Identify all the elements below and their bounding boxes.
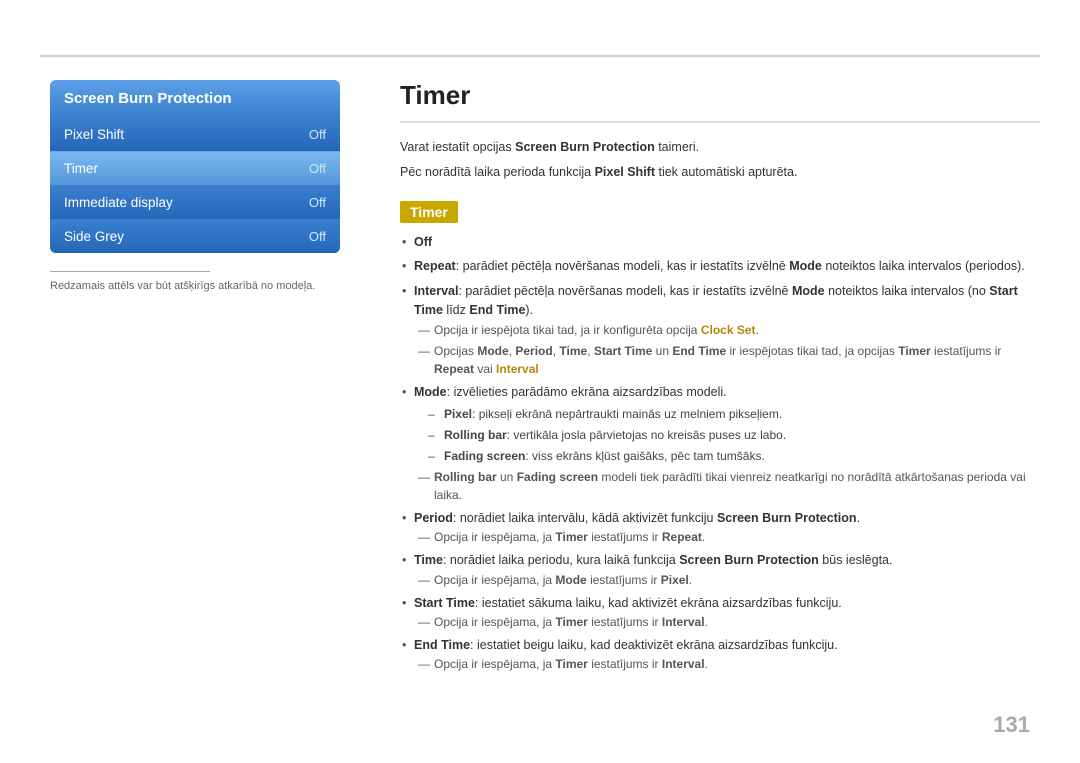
side-grey-label: Side Grey — [64, 229, 124, 244]
note-period: Opcija ir iespējama, ja Timer iestatījum… — [414, 528, 1040, 546]
section-title: Timer — [400, 201, 458, 223]
intro-line-2: Pēc norādītā laika perioda funkcija Pixe… — [400, 162, 1040, 182]
side-grey-value: Off — [309, 229, 326, 244]
bullet-start-time: Start Time: iestatiet sākuma laiku, kad … — [400, 594, 1040, 631]
sub-fading: Fading screen: viss ekrāns kļūst gaišāks… — [428, 447, 1040, 465]
bullet-repeat: Repeat: parādiet pēctēļa novēršanas mode… — [400, 257, 1040, 276]
immediate-display-label: Immediate display — [64, 195, 173, 210]
bullet-period: Period: norādiet laika intervālu, kādā a… — [400, 509, 1040, 546]
page-number: 131 — [993, 712, 1030, 738]
menu-item-immediate-display[interactable]: Immediate display Off — [50, 185, 340, 219]
bullet-time: Time: norādiet laika periodu, kura laikā… — [400, 551, 1040, 588]
note-end-time: Opcija ir iespējama, ja Timer iestatījum… — [414, 655, 1040, 673]
left-panel: Screen Burn Protection Pixel Shift Off T… — [50, 80, 340, 292]
intro-line-1: Varat iestatīt opcijas Screen Burn Prote… — [400, 137, 1040, 157]
menu-item-timer[interactable]: Timer Off — [50, 151, 340, 185]
note-time: Opcija ir iespējama, ja Mode iestatījums… — [414, 571, 1040, 589]
timer-label: Timer — [64, 161, 98, 176]
pixel-shift-value: Off — [309, 127, 326, 142]
menu-item-pixel-shift[interactable]: Pixel Shift Off — [50, 117, 340, 151]
menu-item-side-grey[interactable]: Side Grey Off — [50, 219, 340, 253]
page-title: Timer — [400, 80, 1040, 123]
timer-value: Off — [309, 161, 326, 176]
top-divider — [40, 55, 1040, 57]
note-mode-period: Opcijas Mode, Period, Time, Start Time u… — [414, 342, 1040, 378]
bullet-end-time: End Time: iestatiet beigu laiku, kad dea… — [400, 636, 1040, 673]
note-start-time: Opcija ir iespējama, ja Timer iestatījum… — [414, 613, 1040, 631]
left-divider — [50, 271, 210, 272]
sub-rolling: Rolling bar: vertikāla josla pārvietojas… — [428, 426, 1040, 444]
mode-sublist: Pixel: pikseļi ekrānā nepārtraukti mainā… — [414, 405, 1040, 465]
pixel-shift-label: Pixel Shift — [64, 127, 124, 142]
sub-pixel: Pixel: pikseļi ekrānā nepārtraukti mainā… — [428, 405, 1040, 423]
right-panel: Timer Varat iestatīt opcijas Screen Burn… — [400, 80, 1040, 678]
left-note: Redzamais attēls var būt atšķirīgs atkar… — [50, 280, 340, 292]
immediate-display-value: Off — [309, 195, 326, 210]
bullet-interval: Interval: parādiet pēctēļa novēršanas mo… — [400, 282, 1040, 378]
bullet-mode: Mode: izvēlieties parādāmo ekrāna aizsar… — [400, 383, 1040, 504]
note-rolling-fading: Rolling bar un Fading screen modeli tiek… — [414, 468, 1040, 504]
bullet-list: Off Repeat: parādiet pēctēļa novēršanas … — [400, 233, 1040, 673]
note-clock-set: Opcija ir iespējota tikai tad, ja ir kon… — [414, 321, 1040, 339]
menu-box: Screen Burn Protection Pixel Shift Off T… — [50, 80, 340, 253]
bullet-off: Off — [400, 233, 1040, 252]
menu-title: Screen Burn Protection — [50, 80, 340, 117]
